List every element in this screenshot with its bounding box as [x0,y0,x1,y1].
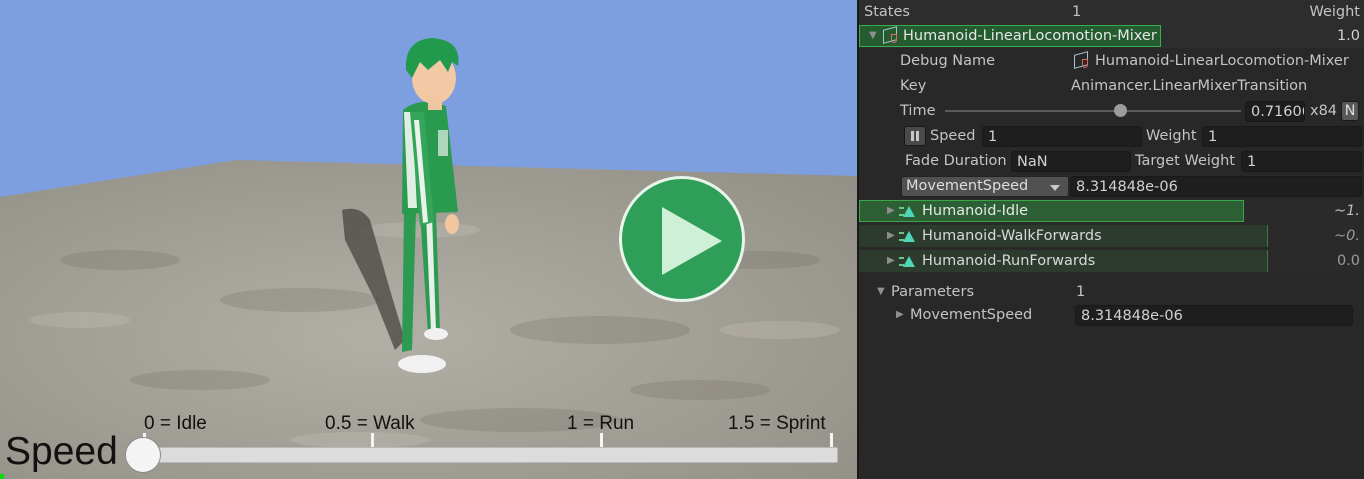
speed-field-label: Speed [930,128,976,144]
speed-slider-handle[interactable] [125,437,161,473]
foldout-collapsed-icon[interactable]: ▶ [896,303,906,327]
fade-duration-label: Fade Duration [905,153,1007,169]
weight-header-label: Weight [1309,4,1360,20]
key-label: Key [900,78,927,94]
child-state-name: Humanoid-WalkForwards [922,228,1102,244]
animation-clip-icon [903,231,915,242]
tick-label-walk: 0.5 = Walk [325,413,415,434]
animation-clip-icon [903,256,915,267]
parameter-item-name: MovementSpeed [910,307,1033,323]
speed-slider-track[interactable] [140,447,838,463]
key-row: Key Animancer.LinearMixerTransition [859,74,1364,98]
chevron-down-icon [1050,185,1060,191]
child-weight-bar [859,200,1244,222]
parameter-value-field[interactable]: 8.314848e-06 [1070,176,1362,197]
foldout-collapsed-icon[interactable]: ▶ [887,224,897,248]
time-value-field[interactable]: 0.71606 [1245,101,1305,122]
mixer-overlay-icon [891,34,897,43]
weight-field-label: Weight [1146,128,1197,144]
target-weight-field[interactable]: 1 [1241,151,1362,172]
time-slider-knob[interactable] [1113,104,1127,117]
child-state-row[interactable]: ▶ Humanoid-WalkForwards ~0. [859,224,1364,248]
pause-icon [911,131,914,141]
play-button[interactable] [619,176,745,302]
fade-duration-field[interactable]: NaN [1011,151,1131,172]
states-header: States 1 Weight [859,0,1364,24]
weight-field[interactable]: 1 [1202,126,1362,147]
animation-clip-icon [903,206,915,217]
time-slider-track[interactable] [945,110,1241,112]
states-count: 1 [1072,4,1082,20]
animancer-inspector: States 1 Weight ▼ Humanoid-LinearLocomot… [857,0,1364,479]
parameter-dropdown[interactable]: MovementSpeed [901,176,1069,197]
states-label: States [864,4,910,20]
child-state-weight: 0.0 [1336,253,1360,269]
tick-mark [830,433,833,447]
child-state-row[interactable]: ▶ Humanoid-Idle ~1. [859,199,1364,223]
parameter-row: MovementSpeed 8.314848e-06 [859,174,1364,198]
mixer-overlay-icon [1082,59,1088,68]
pause-icon-bar [916,131,919,141]
tick-mark [600,433,603,447]
child-state-row[interactable]: ▶ Humanoid-RunForwards 0.0 [859,249,1364,273]
foldout-collapsed-icon[interactable]: ▶ [887,249,897,273]
speed-weight-row: Speed 1 Weight 1 [859,124,1364,148]
play-icon [662,207,722,275]
fade-row: Fade Duration NaN Target Weight 1 [859,149,1364,173]
pause-button[interactable] [904,126,926,146]
child-state-name: Humanoid-Idle [922,203,1029,219]
mixer-state-row[interactable]: ▼ Humanoid-LinearLocomotion-Mixer 1.0 [859,24,1364,48]
mixer-name: Humanoid-LinearLocomotion-Mixer [903,28,1157,44]
game-viewport[interactable]: Speed 0 = Idle 0.5 = Walk 1 = Run 1.5 = … [0,0,857,479]
parameter-item-row: ▶ MovementSpeed 8.314848e-06 [859,303,1364,327]
foldout-collapsed-icon[interactable]: ▶ [887,199,897,223]
status-indicator [0,474,4,479]
debug-name-value: Humanoid-LinearLocomotion-Mixer [1095,53,1349,69]
key-value: Animancer.LinearMixerTransition [1071,78,1308,94]
speed-field[interactable]: 1 [982,126,1142,147]
foldout-expanded-icon[interactable]: ▼ [877,280,887,304]
mixer-weight: 1.0 [1336,28,1360,44]
child-state-name: Humanoid-RunForwards [922,253,1096,269]
time-multiplier: x84 [1310,103,1338,119]
parameters-header[interactable]: ▼ Parameters 1 [859,280,1364,304]
parameters-label: Parameters [891,284,974,300]
speed-label: Speed [5,430,118,473]
parameter-dropdown-label: MovementSpeed [906,178,1029,194]
child-state-weight: ~1. [1334,203,1360,219]
normalized-toggle-button[interactable]: N [1341,101,1359,121]
parameter-item-value-field[interactable]: 8.314848e-06 [1075,305,1353,326]
time-row: Time 0.71606 x84 N [859,99,1364,123]
tick-label-run: 1 = Run [567,413,635,434]
foldout-expanded-icon[interactable]: ▼ [869,24,879,48]
tick-label-idle: 0 = Idle [144,413,207,434]
child-state-weight: ~0. [1334,228,1360,244]
debug-name-row: Debug Name Humanoid-LinearLocomotion-Mix… [859,49,1364,73]
time-label: Time [900,103,936,119]
target-weight-label: Target Weight [1135,153,1235,169]
debug-name-label: Debug Name [900,53,996,69]
tick-label-sprint: 1.5 = Sprint [728,413,826,434]
tick-mark [371,433,374,447]
parameters-count: 1 [1076,284,1086,300]
